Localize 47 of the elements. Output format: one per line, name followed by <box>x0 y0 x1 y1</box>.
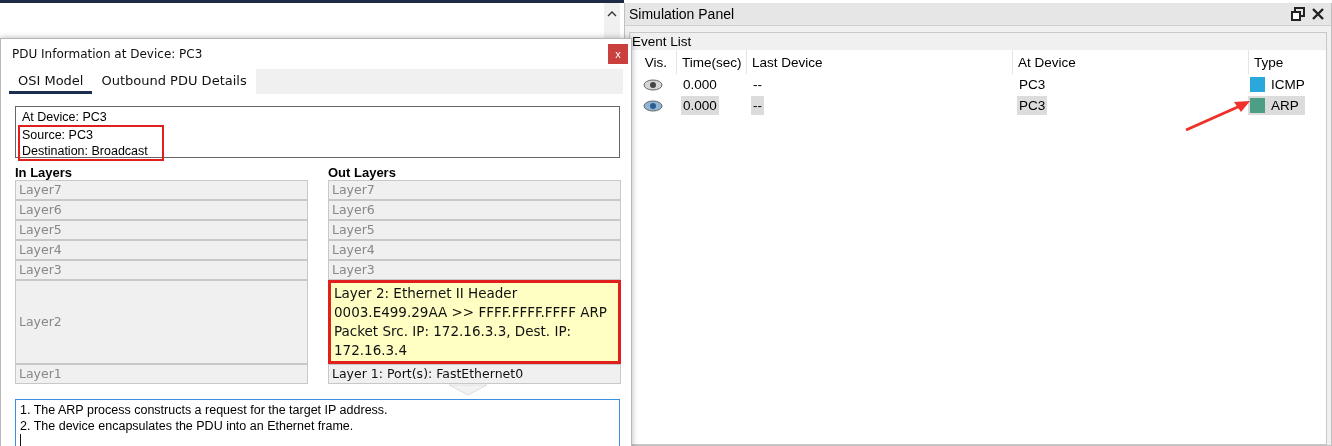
scroll-up-icon[interactable] <box>607 11 617 17</box>
layer-cell[interactable]: Layer5 <box>15 220 308 240</box>
text-cursor <box>20 434 21 446</box>
close-button[interactable]: x <box>608 44 628 64</box>
info-line: At Device: PC3 <box>21 109 108 125</box>
event-row[interactable]: 0.000 -- PC3 ARP <box>630 95 1326 116</box>
column-header[interactable]: Last Device <box>746 50 1012 74</box>
column-header[interactable]: Vis. <box>630 50 676 74</box>
description-field[interactable]: 1. The ARP process constructs a request for the target IP address. 2. The device encapsulates the PDU into an Ethernet frame. <box>15 399 620 446</box>
table-cell: -- <box>751 96 764 115</box>
dialog-title: PDU Information at Device: PC3 <box>11 47 203 61</box>
column-header[interactable]: Type <box>1248 50 1326 74</box>
layer-cell[interactable]: Layer 1: Port(s): FastEthernet0 <box>328 364 621 384</box>
eye-icon[interactable] <box>643 99 663 112</box>
column-header[interactable]: Time(sec) <box>676 50 746 74</box>
table-cell-text: PC3 <box>1018 76 1047 94</box>
layer-cell[interactable]: Layer7 <box>328 180 621 200</box>
layer-cell[interactable]: Layer4 <box>328 240 621 260</box>
table-cell: ICMP <box>1271 77 1305 92</box>
layer-cell[interactable]: Layer 2: Ethernet II Header 0003.E499.29AA >> FFFF.FFFF.FFFF ARP Packet Src. IP: 172.16.3.3, Dest. IP: 172.16.3.4 <box>328 280 621 364</box>
table-cell: PC3 <box>1017 96 1048 115</box>
layer-cell[interactable]: Layer1 <box>15 364 308 384</box>
close-icon[interactable] <box>1311 7 1325 21</box>
description-line: 1. The ARP process constructs a request for the target IP address. <box>20 402 389 418</box>
layer-cell[interactable]: Layer6 <box>15 200 308 220</box>
column-heading: Out Layers <box>328 165 397 180</box>
table-cell-text: 0.000 <box>682 76 718 94</box>
layer-cell[interactable]: Layer3 <box>328 260 621 280</box>
event-row[interactable]: 0.000 -- PC3 ICMP <box>630 74 1326 95</box>
info-line: Source: PC3 <box>18 125 164 143</box>
description-line: 2. The device encapsulates the PDU into an Ethernet frame. <box>20 418 355 434</box>
group-label: Event List <box>630 33 1326 50</box>
layer-cell[interactable]: Layer2 <box>15 280 308 364</box>
layer-cell[interactable]: Layer4 <box>15 240 308 260</box>
column-heading: In Layers <box>15 165 74 180</box>
layer-cell[interactable]: Layer7 <box>15 180 308 200</box>
table-cell: 0.000 <box>681 96 719 115</box>
layer-cell[interactable]: Layer5 <box>328 220 621 240</box>
panel-title: Simulation Panel <box>629 6 736 22</box>
layer-cell[interactable]: Layer3 <box>15 260 308 280</box>
layer-cell[interactable]: Layer6 <box>328 200 621 220</box>
column-header[interactable]: At Device <box>1012 50 1246 74</box>
restore-icon[interactable] <box>1291 7 1305 21</box>
table-cell-text: -- <box>752 76 763 94</box>
table-cell: ARP <box>1271 98 1299 113</box>
info-line: Destination: Broadcast <box>18 143 164 161</box>
eye-icon[interactable] <box>643 78 663 91</box>
